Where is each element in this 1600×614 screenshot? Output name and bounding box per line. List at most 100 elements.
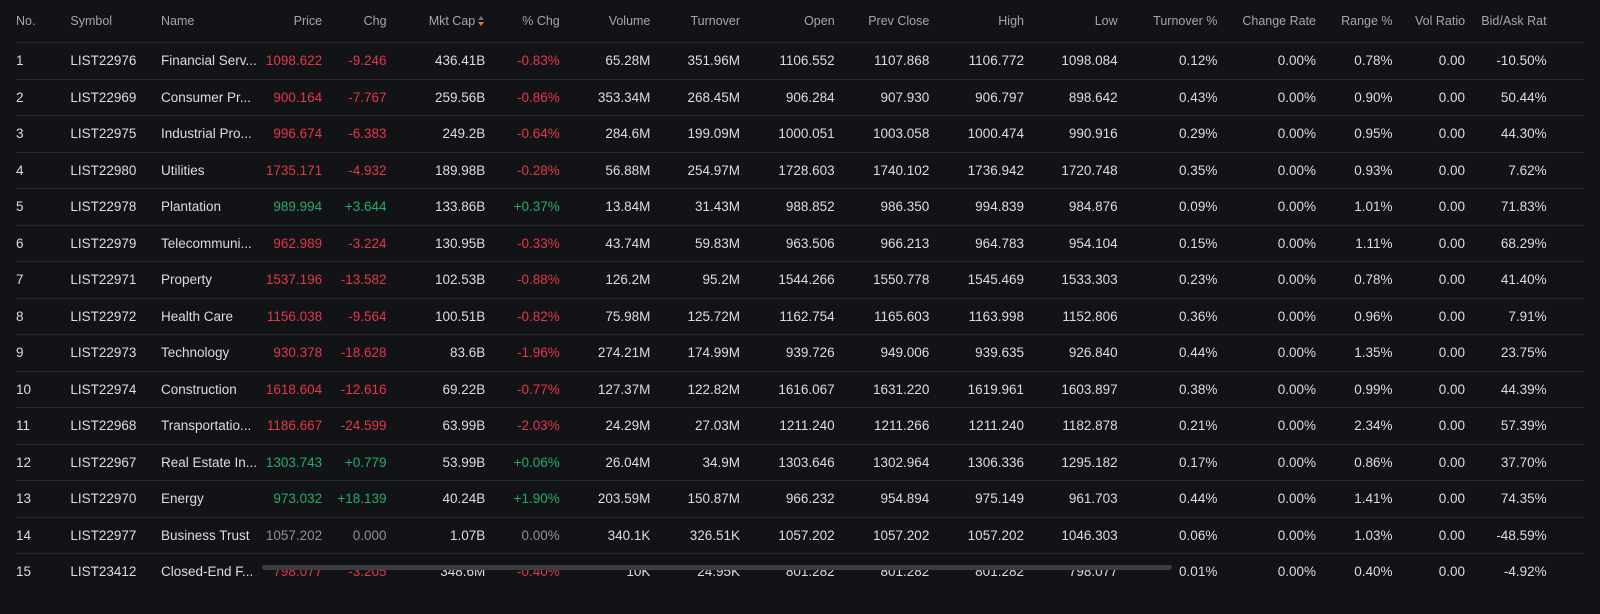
table-row[interactable]: 4 LIST22980 Utilities 1735.171 -4.932 189.98B…: [16, 152, 1584, 189]
table-row[interactable]: 5 LIST22978 Plantation 989.994 +3.644 133.86B…: [16, 188, 1584, 226]
table-row[interactable]: 14 LIST22977 Business Trust 1057.202 0.000 1.…: [16, 517, 1584, 554]
row-change-rate: 0.00%: [1217, 225, 1317, 262]
row-volume: 10K: [559, 553, 651, 590]
row-volume: 26.04M: [559, 444, 651, 481]
row-name[interactable]: Health Care: [161, 298, 260, 335]
row-mkt-cap: 100.51B: [386, 298, 486, 335]
row-chg: 0.000: [322, 517, 387, 554]
col-header-bid-ask-ratio[interactable]: Bid/Ask Rat: [1465, 0, 1547, 43]
row-spacer: [1546, 444, 1584, 481]
col-header-symbol[interactable]: Symbol: [70, 0, 161, 43]
row-price: 996.674: [259, 115, 323, 153]
row-symbol[interactable]: LIST22977: [70, 517, 161, 554]
col-header-volume[interactable]: Volume: [559, 0, 651, 43]
row-open: 966.232: [740, 480, 835, 518]
row-symbol[interactable]: LIST22979: [70, 225, 161, 262]
col-header-price[interactable]: Price: [259, 0, 323, 43]
row-symbol[interactable]: LIST22967: [70, 444, 161, 481]
table-row[interactable]: 3 LIST22975 Industrial Pro... 996.674 -6.383…: [16, 115, 1584, 153]
row-name[interactable]: Financial Serv...: [161, 42, 260, 80]
col-header-no[interactable]: No.: [16, 0, 71, 43]
table-row[interactable]: 7 LIST22971 Property 1537.196 -13.582 102.53B…: [16, 261, 1584, 299]
col-header-prev-close[interactable]: Prev Close: [834, 0, 930, 43]
table-row[interactable]: 15 LIST23412 Closed-End F... 798.077 -3.205 3…: [16, 553, 1584, 590]
row-name[interactable]: Consumer Pr...: [161, 79, 260, 116]
table-row[interactable]: 13 LIST22970 Energy 973.032 +18.139 40.24B +1.…: [16, 480, 1584, 518]
row-name[interactable]: Technology: [161, 334, 260, 372]
col-header-change-rate[interactable]: Change Rate: [1217, 0, 1317, 43]
row-symbol[interactable]: LIST22968: [70, 407, 161, 445]
row-vol-ratio: 0.00: [1392, 261, 1466, 299]
col-header-name[interactable]: Name: [161, 0, 260, 43]
row-symbol[interactable]: LIST22974: [70, 371, 161, 408]
row-prev-close: 1550.778: [834, 261, 930, 299]
row-open: 1106.552: [740, 42, 835, 80]
row-symbol[interactable]: LIST22976: [70, 42, 161, 80]
row-high: 1736.942: [929, 152, 1024, 189]
row-mkt-cap: 102.53B: [386, 261, 486, 299]
table-row[interactable]: 12 LIST22967 Real Estate In... 1303.743 +0.7…: [16, 444, 1584, 481]
row-symbol[interactable]: LIST22971: [70, 261, 161, 299]
row-high: 994.839: [929, 188, 1024, 226]
row-high: 1306.336: [929, 444, 1024, 481]
row-price: 1057.202: [259, 517, 323, 554]
horizontal-scrollbar-thumb[interactable]: [262, 565, 1172, 570]
row-low: 1098.084: [1023, 42, 1118, 80]
row-symbol[interactable]: LIST22975: [70, 115, 161, 153]
row-bid-ask-ratio: -48.59%: [1465, 517, 1547, 554]
row-name[interactable]: Construction: [161, 371, 260, 408]
row-name[interactable]: Transportatio...: [161, 407, 260, 445]
row-symbol[interactable]: LIST22969: [70, 79, 161, 116]
row-turnover-pct: 0.06%: [1117, 517, 1218, 554]
table-row[interactable]: 10 LIST22974 Construction 1618.604 -12.616 69…: [16, 371, 1584, 408]
row-turnover: 34.9M: [650, 444, 741, 481]
row-symbol[interactable]: LIST22978: [70, 188, 161, 226]
row-mkt-cap: 1.07B: [386, 517, 486, 554]
col-header-pct-chg[interactable]: % Chg: [485, 0, 560, 43]
row-name[interactable]: Plantation: [161, 188, 260, 226]
table-row[interactable]: 8 LIST22972 Health Care 1156.038 -9.564 100.5…: [16, 298, 1584, 335]
row-turnover-pct: 0.01%: [1117, 553, 1218, 590]
row-low: 1533.303: [1023, 261, 1118, 299]
row-symbol[interactable]: LIST23412: [70, 553, 161, 590]
row-turnover: 24.95K: [650, 553, 741, 590]
col-header-spacer: [1546, 0, 1584, 43]
row-vol-ratio: 0.00: [1392, 152, 1466, 189]
row-vol-ratio: 0.00: [1392, 115, 1466, 153]
row-name[interactable]: Real Estate In...: [161, 444, 260, 481]
row-name[interactable]: Telecommuni...: [161, 225, 260, 262]
row-volume: 126.2M: [559, 261, 651, 299]
row-name[interactable]: Property: [161, 261, 260, 299]
col-header-high[interactable]: High: [929, 0, 1024, 43]
row-pct-chg: -2.03%: [485, 407, 560, 445]
table-row[interactable]: 6 LIST22979 Telecommuni... 962.989 -3.224 130…: [16, 225, 1584, 262]
row-spacer: [1546, 152, 1584, 189]
row-name[interactable]: Closed-End F...: [161, 553, 260, 590]
col-header-range-pct[interactable]: Range %: [1316, 0, 1393, 43]
col-header-turnover-pct[interactable]: Turnover %: [1117, 0, 1218, 43]
row-symbol[interactable]: LIST22980: [70, 152, 161, 189]
row-name[interactable]: Energy: [161, 480, 260, 518]
sort-desc-icon[interactable]: [478, 16, 485, 26]
row-symbol[interactable]: LIST22970: [70, 480, 161, 518]
row-mkt-cap: 40.24B: [386, 480, 486, 518]
col-header-chg[interactable]: Chg: [322, 0, 387, 43]
table-row[interactable]: 9 LIST22973 Technology 930.378 -18.628 83.6B -…: [16, 334, 1584, 372]
col-header-low[interactable]: Low: [1023, 0, 1118, 43]
row-spacer: [1546, 115, 1584, 153]
col-header-open[interactable]: Open: [740, 0, 835, 43]
row-name[interactable]: Industrial Pro...: [161, 115, 260, 153]
col-header-mkt-cap[interactable]: Mkt Cap: [386, 0, 486, 43]
table-row[interactable]: 11 LIST22968 Transportatio... 1186.667 -24.5…: [16, 407, 1584, 445]
col-header-vol-ratio[interactable]: Vol Ratio: [1392, 0, 1466, 43]
row-bid-ask-ratio: 68.29%: [1465, 225, 1547, 262]
table-scroll-area[interactable]: No. Symbol Name Price Chg Mkt Cap % Chg …: [16, 0, 1584, 590]
table-row[interactable]: 2 LIST22969 Consumer Pr... 900.164 -7.767 259…: [16, 79, 1584, 116]
row-low: 1152.806: [1023, 298, 1118, 335]
table-row[interactable]: 1 LIST22976 Financial Serv... 1098.622 -9.24…: [16, 42, 1584, 80]
row-symbol[interactable]: LIST22972: [70, 298, 161, 335]
row-name[interactable]: Business Trust: [161, 517, 260, 554]
row-symbol[interactable]: LIST22973: [70, 334, 161, 372]
row-name[interactable]: Utilities: [161, 152, 260, 189]
col-header-turnover[interactable]: Turnover: [650, 0, 741, 43]
